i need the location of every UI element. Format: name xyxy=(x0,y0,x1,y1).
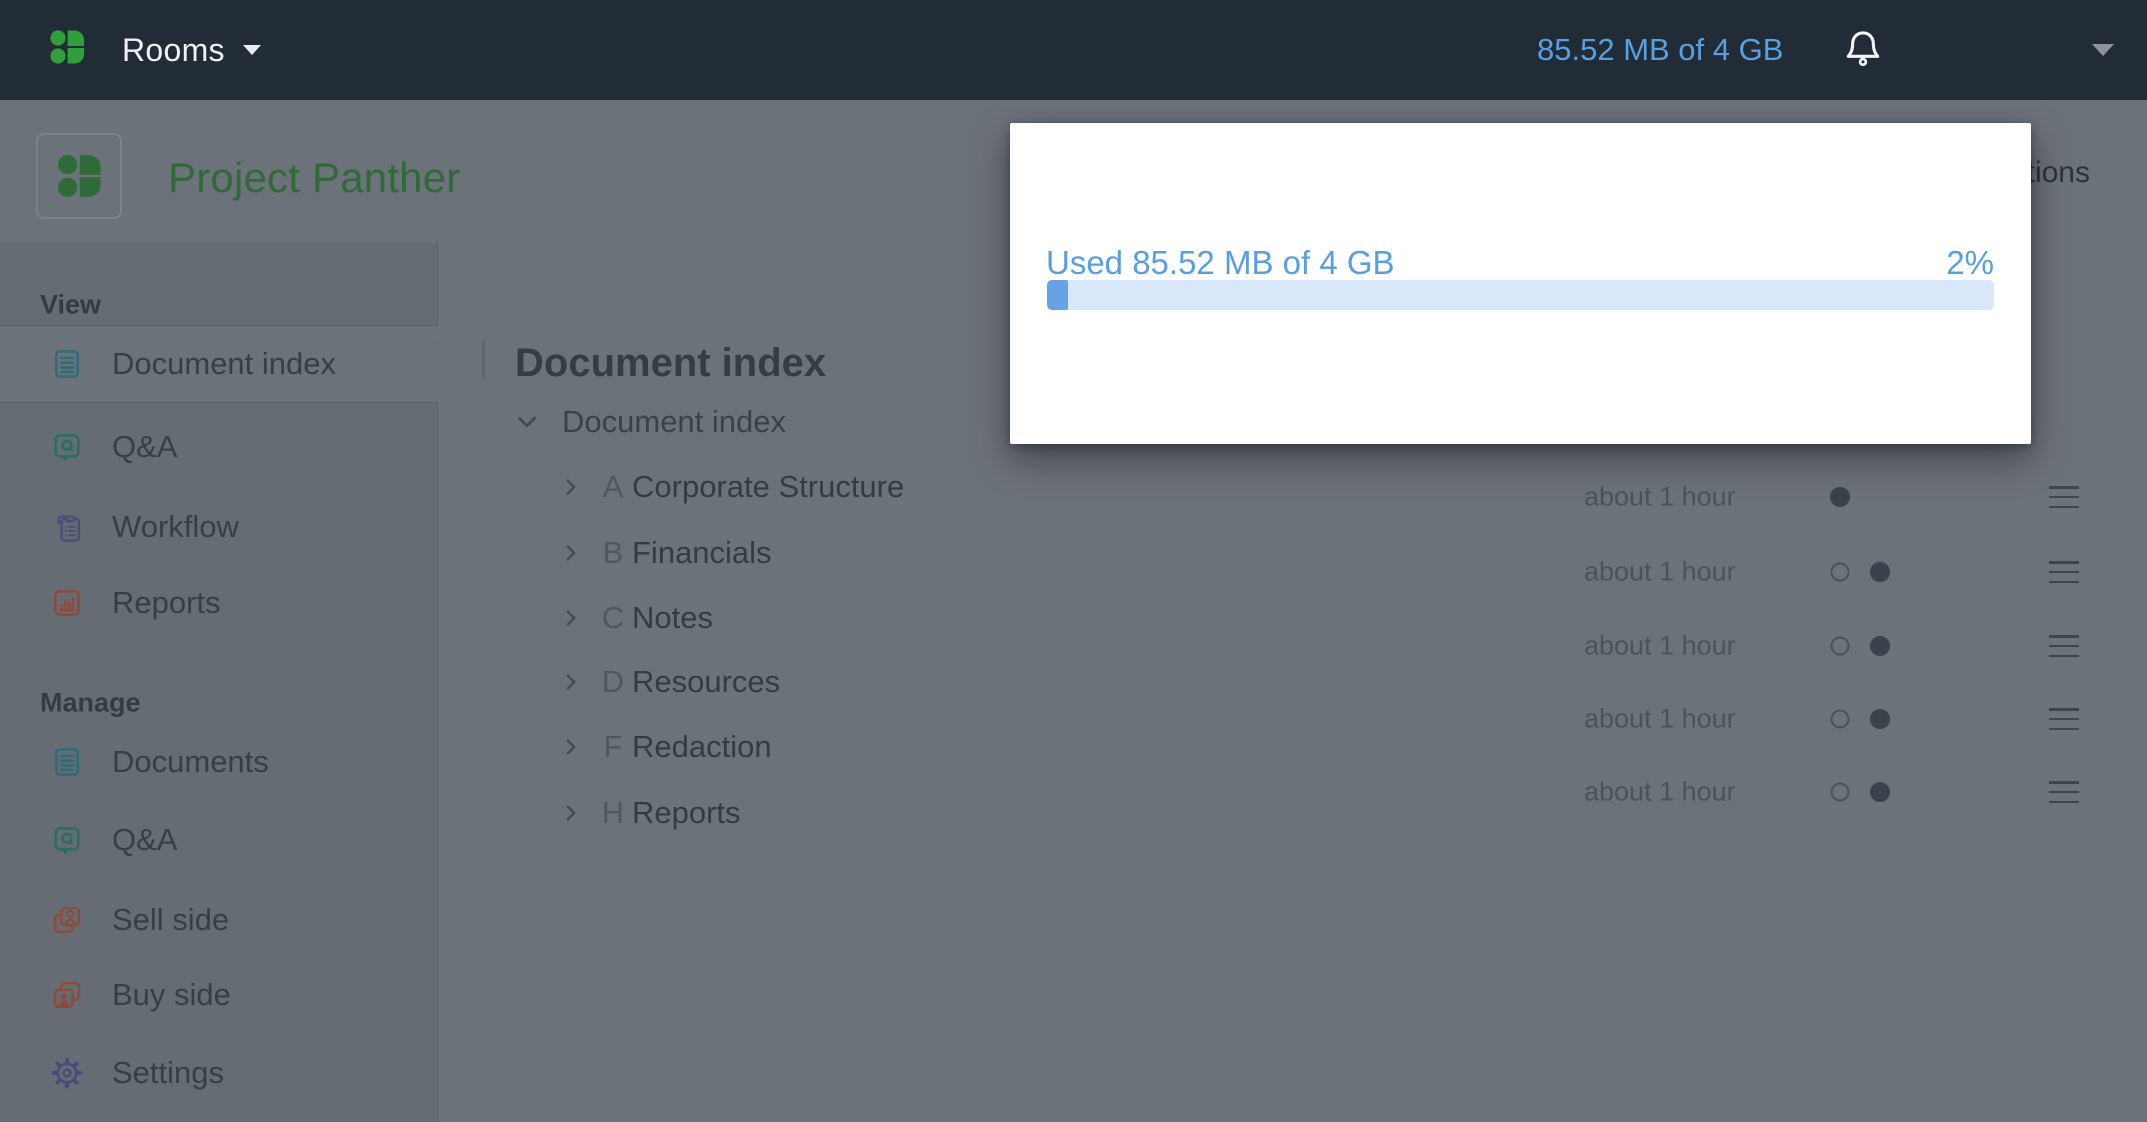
storage-progress-fill xyxy=(1047,280,1068,310)
rooms-menu[interactable]: Rooms xyxy=(122,0,261,100)
app-window: Rooms 85.52 MB of 4 GB Project Panther A… xyxy=(0,0,2147,1122)
storage-used-label: Used 85.52 MB of 4 GB xyxy=(1046,244,1395,282)
storage-usage-link[interactable]: 85.52 MB of 4 GB xyxy=(1537,0,1783,100)
bell-icon[interactable] xyxy=(1840,26,1886,74)
top-navbar: Rooms 85.52 MB of 4 GB xyxy=(0,0,2147,100)
clover-logo-icon xyxy=(48,28,86,66)
storage-percent-label: 2% xyxy=(1946,244,1994,282)
chevron-down-icon xyxy=(243,45,261,55)
storage-popover: Used 85.52 MB of 4 GB 2% xyxy=(1010,123,2031,444)
storage-progress-bar xyxy=(1047,280,1994,310)
account-chevron-down-icon[interactable] xyxy=(2092,44,2114,56)
rooms-menu-label: Rooms xyxy=(122,32,225,69)
